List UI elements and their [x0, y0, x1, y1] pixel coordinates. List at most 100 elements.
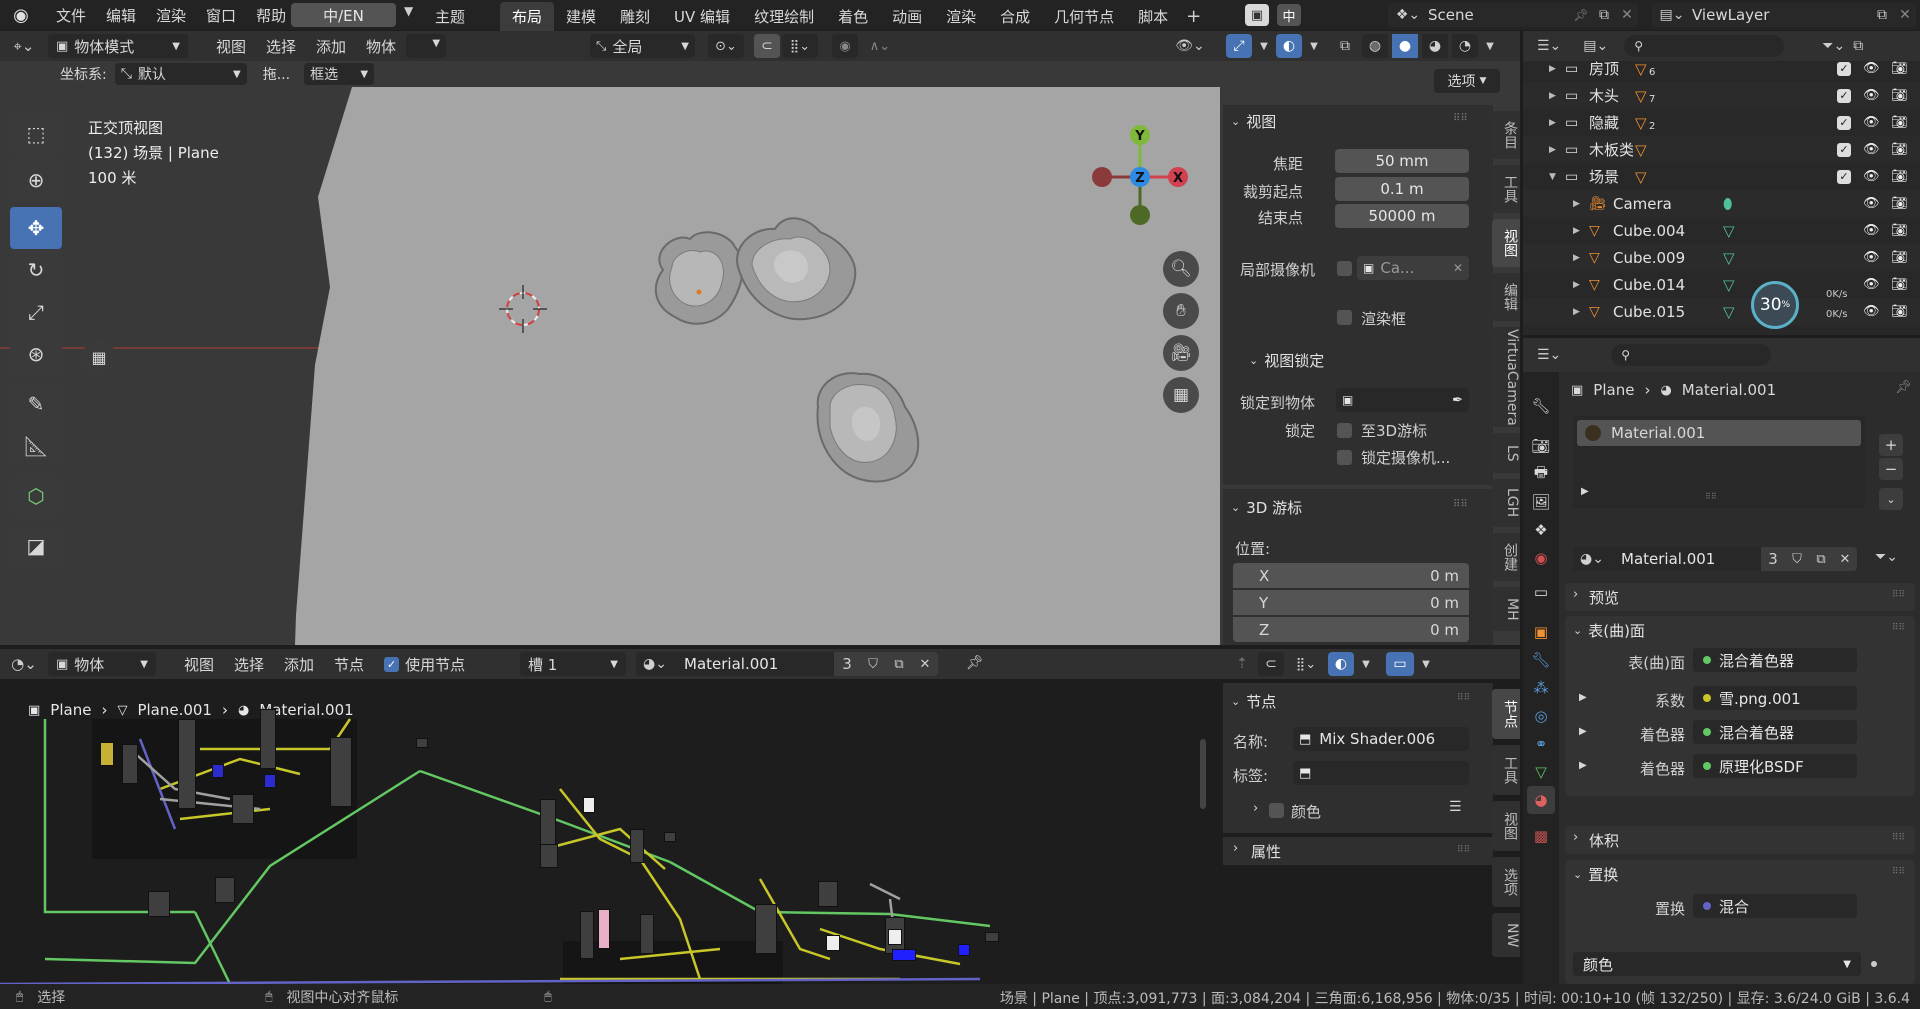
chevron-down-icon[interactable]: ▼	[1549, 172, 1556, 182]
snap-target-icon[interactable]: ⣿⌄	[1288, 652, 1324, 676]
shading-dropdown-icon[interactable]: ▼	[1482, 41, 1498, 52]
falloff-icon[interactable]: ∧⌄	[862, 34, 898, 58]
lock-object-field[interactable]: ▣ ✒︎	[1336, 388, 1469, 412]
node-label-field[interactable]: ⬒	[1293, 761, 1469, 785]
tab-modeling[interactable]: 建模	[554, 2, 608, 31]
shader-node[interactable]	[755, 904, 777, 954]
tab-view[interactable]: 视图	[1492, 801, 1520, 851]
outliner-row[interactable]: ▶ ▭ 木板类 ▽ ✓ 👁︎ 📷︎	[1523, 136, 1920, 163]
exclude-checkbox[interactable]: ✓	[1837, 88, 1851, 103]
shader-node[interactable]	[826, 935, 840, 951]
chevron-right-icon[interactable]: ▶	[1579, 692, 1587, 703]
tab-animation[interactable]: 动画	[880, 2, 934, 31]
add-slot-icon[interactable]: +	[1879, 434, 1903, 456]
fake-user-icon[interactable]: ⛉	[1785, 547, 1809, 571]
particles-tab-icon[interactable]: ⁂	[1527, 674, 1555, 702]
view-lock-section-header[interactable]: ⌄ 视图锁定	[1249, 350, 1324, 371]
outliner-row[interactable]: ▶ ▭ 隐藏 ▽ 2 ✓ 👁︎ 📷︎	[1523, 109, 1920, 136]
drag-handle-icon[interactable]: ⠿⠿	[1892, 590, 1905, 600]
shader-node[interactable]	[664, 832, 676, 842]
surface-shader-field[interactable]: 混合着色器	[1693, 648, 1857, 672]
modifier-tab-icon[interactable]: 🔧︎	[1527, 646, 1555, 674]
backdrop-dropdown-icon[interactable]: ▼	[1418, 659, 1434, 670]
menu-add[interactable]: 添加	[274, 654, 324, 675]
drag-handle-icon[interactable]: ⠿⠿	[1892, 623, 1905, 633]
chevron-right-icon[interactable]: ▶	[1549, 64, 1556, 74]
render-visibility-icon[interactable]: 📷︎	[1891, 61, 1908, 76]
users-count[interactable]: 3	[1761, 547, 1785, 571]
physics-tab-icon[interactable]: ◎	[1527, 702, 1555, 730]
delete-scene-icon[interactable]: ✕	[1616, 7, 1638, 23]
cursor-z-field[interactable]: Z 0 m	[1233, 617, 1469, 642]
duplicate-icon[interactable]: ⧉	[886, 652, 912, 676]
drag-handle-icon[interactable]: ⠿⠿	[1453, 499, 1468, 510]
cursor-y-field[interactable]: Y 0 m	[1233, 590, 1469, 615]
new-viewlayer-icon[interactable]: ⧉	[1870, 7, 1894, 23]
local-camera-checkbox[interactable]	[1337, 261, 1352, 276]
visibility-icon[interactable]: 👁︎	[1863, 61, 1880, 76]
shader-node[interactable]	[888, 929, 902, 945]
editor-type-icon[interactable]: ◔⌄	[0, 655, 48, 673]
tab-sculpting[interactable]: 雕刻	[608, 2, 662, 31]
chevron-right-icon[interactable]: ▶	[1579, 726, 1587, 737]
new-scene-icon[interactable]: ⧉	[1592, 7, 1616, 23]
menu-node[interactable]: 节点	[324, 654, 374, 675]
annotate-tool-icon[interactable]: ✎	[10, 383, 62, 425]
shader-node[interactable]	[100, 742, 114, 766]
pivot-icon[interactable]: ⊙⌄	[708, 34, 744, 58]
drag-handle-icon[interactable]: ⠿⠿	[1457, 693, 1470, 703]
tab-uv-editing[interactable]: UV 编辑	[662, 2, 742, 31]
render-border-checkbox[interactable]	[1337, 310, 1352, 325]
snap-icon[interactable]: ⊂	[1258, 652, 1284, 676]
xray-toggle-icon[interactable]: ⧉	[1332, 34, 1358, 58]
drag-handle-icon[interactable]: ⠿⠿	[1892, 833, 1905, 843]
menu-view[interactable]: 视图	[174, 654, 224, 675]
language-toggle-button[interactable]: 中/EN	[291, 3, 396, 27]
tab-texture-paint[interactable]: 纹理绘制	[742, 2, 826, 31]
shader-node[interactable]	[416, 738, 428, 748]
drag-label[interactable]: 拖...	[263, 64, 290, 84]
shader-node[interactable]	[580, 911, 594, 959]
mesh-data-icon[interactable]: ▽	[1723, 222, 1735, 240]
snap-target-icon[interactable]: ⣿⌄	[782, 34, 818, 58]
shader-node[interactable]	[215, 877, 235, 903]
render-visibility-icon[interactable]: 📷︎	[1891, 277, 1908, 292]
texture-tab-icon[interactable]: ▩	[1527, 822, 1555, 850]
chevron-right-icon[interactable]: ▶	[1573, 226, 1580, 236]
rendered-shading-icon[interactable]: ◔	[1452, 34, 1478, 58]
gizmo-dropdown-icon[interactable]: ▼	[1256, 41, 1272, 52]
menu-window[interactable]: 窗口	[196, 5, 246, 26]
shader-node[interactable]	[540, 844, 558, 868]
list-icon[interactable]: ☰	[1449, 799, 1462, 815]
shader-node[interactable]	[630, 829, 644, 863]
viewlayer-name[interactable]: ViewLayer	[1692, 6, 1870, 24]
material-name-field[interactable]: Material.001	[1611, 547, 1761, 571]
add-workspace-icon[interactable]: +	[1180, 6, 1207, 27]
visibility-icon[interactable]: 👁︎	[1863, 115, 1880, 130]
render-visibility-icon[interactable]: 📷︎	[1891, 142, 1908, 157]
exclude-checkbox[interactable]: ✓	[1837, 61, 1851, 76]
lock-cursor-checkbox[interactable]	[1337, 423, 1352, 438]
chevron-right-icon[interactable]: ▶	[1573, 199, 1580, 209]
node-link-icon[interactable]: ⏷⌄	[1875, 549, 1898, 565]
collection-tab-icon[interactable]: ▭	[1527, 578, 1555, 606]
shader2-field[interactable]: 原理化BSDF	[1693, 754, 1857, 778]
add-cube-tool-icon[interactable]: ⬡	[10, 475, 62, 517]
drag-handle-icon[interactable]: ⠿⠿	[1453, 113, 1468, 124]
chevron-right-icon[interactable]: ›	[1253, 801, 1258, 816]
tool-tab-icon[interactable]: 🔧︎	[1527, 392, 1555, 420]
shader-node[interactable]	[330, 737, 352, 807]
coord-dropdown[interactable]: ⤡ 默认 ▼	[114, 63, 247, 85]
render-tab-icon[interactable]: 📷︎	[1527, 432, 1555, 460]
properties-editor-icon[interactable]: ☰⌄	[1537, 347, 1561, 363]
remove-slot-icon[interactable]: −	[1879, 458, 1903, 480]
theme-dropdown-icon[interactable]: ▼	[404, 4, 413, 18]
shader-node[interactable]	[892, 949, 916, 961]
select-mode-dropdown[interactable]: 框选 ▼	[304, 63, 375, 85]
chevron-right-icon[interactable]: ▶	[1573, 307, 1580, 317]
viewlayer-selector[interactable]: ▤⌄ ViewLayer ⧉ ✕	[1652, 3, 1916, 27]
chevron-right-icon[interactable]: ▶	[1573, 280, 1580, 290]
node-material-selector[interactable]: ◕⌄ Material.001 3 ⛉ ⧉ ✕	[636, 652, 956, 676]
theme-menu[interactable]: 主题	[435, 6, 465, 27]
clip-end-field[interactable]: 50000 m	[1335, 204, 1469, 228]
